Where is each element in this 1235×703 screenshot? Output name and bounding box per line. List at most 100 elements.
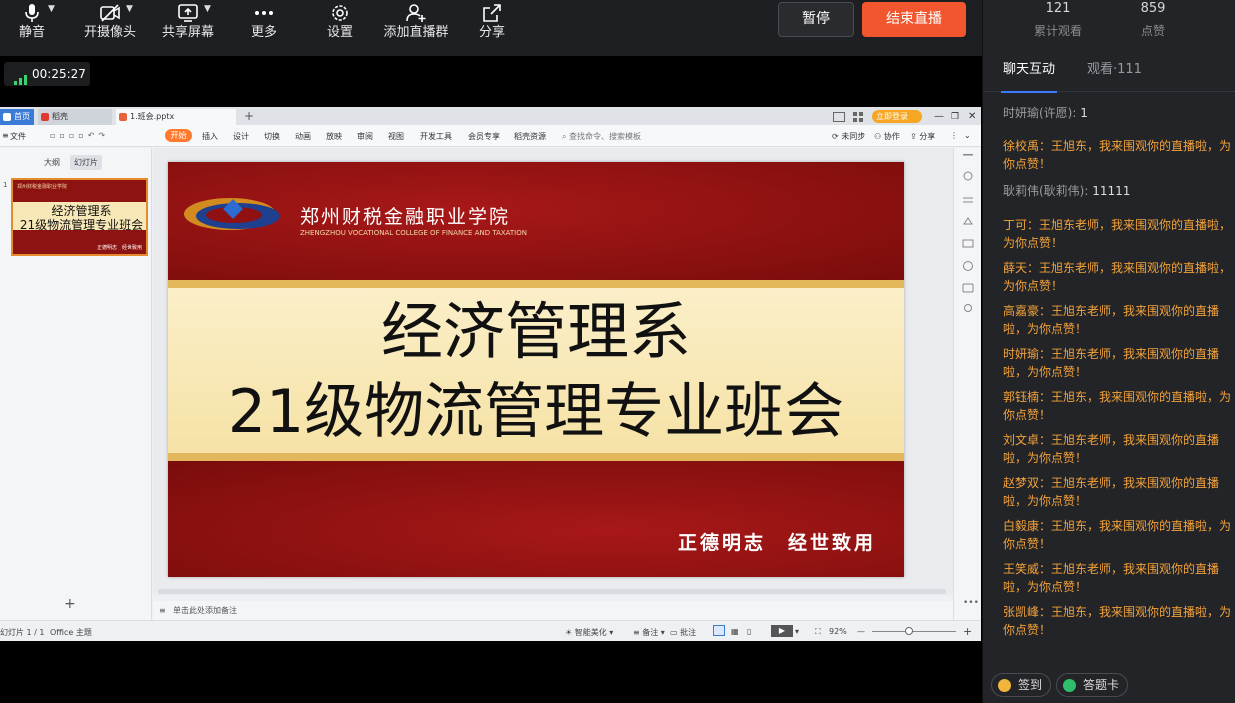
smart-beautify-button[interactable]: ☀ 智能美化 ▾ [565,627,613,638]
chat-message: 徐校禹：王旭东，我来围观你的直播啦，为你点赞！ [1003,139,1232,171]
comments-button[interactable]: ▭ 批注 [670,627,696,638]
tab-slides[interactable]: 幻灯片 [70,155,102,170]
menu-start[interactable]: 开始 [165,129,192,142]
wps-tab-bar: 首页 稻壳 1.班会.pptx + 立即登录 — ❐ ✕ [0,107,981,125]
thumb-motto: 正德明志 经世致用 [96,245,142,251]
login-button[interactable]: 立即登录 [872,110,922,123]
wps-ribbon: ≡ 文件 ▫▫▫▫↶↷ 开始 插入 设计 切换 动画 放映 审阅 视图 开发工具… [0,125,981,147]
end-live-button[interactable]: 结束直播 [862,2,966,37]
grid-icon[interactable] [853,109,867,125]
notes-area[interactable]: ≡ 单击此处添加备注 [153,601,953,620]
chevron-down-icon[interactable]: ▼ [126,4,133,14]
zoom-level[interactable]: 92% [829,627,847,636]
stage-bottom-area [0,641,981,703]
ppt-file-icon [119,113,127,121]
chat-message: 薛天：王旭东老师，我来围观你的直播啦，为你点赞！ [1003,261,1232,293]
new-tab-button[interactable]: + [240,109,256,125]
notes-toggle-button[interactable]: ≡ 备注 ▾ [633,627,665,638]
answer-card-icon [1063,679,1076,692]
side-panel: 121 累计观看 859 点赞 聊天互动 观看·111 时妍瑜(许愿): 1 徐… [982,0,1235,703]
menu-file[interactable]: 文件 [10,131,26,142]
chat-message: 时妍瑜：王旭东老师，我来围观你的直播啦，为你点赞！ [1003,347,1220,379]
menu-animation[interactable]: 动画 [295,131,311,142]
tab-outline[interactable]: 大纲 [44,157,60,168]
add-slide-button[interactable]: + [64,596,76,612]
chevron-down-icon[interactable]: ▾ [795,627,799,636]
quick-access-icons[interactable]: ▫▫▫▫↶↷ [50,131,109,140]
search-icon: ⌕ [562,132,567,141]
menu-insert[interactable]: 插入 [202,131,218,142]
zoom-slider-handle[interactable] [905,627,913,635]
collab-button[interactable]: ⚇ 协作 [874,131,900,142]
share-screen-label: 共享屏幕 [161,25,214,40]
share-screen-button[interactable]: ▼ 共享屏幕 [148,0,228,56]
pause-button[interactable]: 暂停 [778,2,854,37]
checkin-button[interactable]: 签到 [991,673,1052,697]
zoom-out-button[interactable]: — [857,627,865,636]
restore-icon[interactable]: ❐ [951,109,961,125]
slide-sorter-icon[interactable]: ▦ [731,627,739,636]
sync-status[interactable]: ⟳ 未同步 [832,131,865,142]
chat-message: 耿莉伟(耿莉伟): 11111 [1003,184,1131,198]
play-slideshow-button[interactable]: ▶ [771,625,793,637]
right-tool-strip: ••• [953,148,981,620]
slide-gold-rule [168,453,904,461]
slide-canvas[interactable]: 郑州财税金融职业学院 ZHENGZHOU VOCATIONAL COLLEGE … [153,148,953,595]
horizontal-scrollbar[interactable] [158,589,946,594]
collapse-ribbon-icon[interactable]: ⌄ [964,131,971,140]
menu-view[interactable]: 视图 [388,131,404,142]
chevron-down-icon[interactable]: ▼ [204,4,211,14]
reading-view-icon[interactable]: ▯ [747,627,751,636]
add-group-icon [402,3,430,23]
chat-list: 时妍瑜(许愿): 1 徐校禹：王旭东，我来围观你的直播啦，为你点赞！ 耿莉伟(耿… [983,104,1235,664]
slide-thumbnail[interactable]: 郑州财税金融职业学院 经济管理系 21级物流管理专业班会 正德明志 经世致用 [11,178,148,256]
chat-message: 郭钰楠：王旭东，我来围观你的直播啦，为你点赞！ [1003,390,1232,422]
school-name-cn: 郑州财税金融职业学院 [300,206,511,228]
slide-title-line2: 21级物流管理专业班会 [227,377,845,447]
slide-title-line1: 经济管理系 [380,295,691,368]
add-group-button[interactable]: 添加直播群 [376,0,456,56]
status-bar: 幻灯片 1 / 1 Office 主题 ☀ 智能美化 ▾ ≡ 备注 ▾ ▭ 批注… [0,620,981,641]
microphone-icon [18,3,46,23]
answer-card-button[interactable]: 答题卡 [1056,673,1129,697]
camera-button[interactable]: ▼ 开摄像头 [70,0,150,56]
fit-icon[interactable]: ⛶ [815,627,821,637]
menu-icon[interactable]: ≡ [2,131,9,140]
mute-button[interactable]: ▼ 静音 [0,0,72,56]
menu-transition[interactable]: 切换 [264,131,280,142]
settings-label: 设置 [326,25,353,40]
tab-docer[interactable]: 稻壳 [38,109,112,125]
share-label: 分享 [478,25,505,40]
share-button[interactable]: 分享 [452,0,532,56]
close-icon[interactable]: ✕ [968,109,978,125]
chat-message: 赵梦双：王旭东老师，我来围观你的直播啦，为你点赞！ [1003,476,1220,508]
normal-view-icon[interactable] [713,625,725,636]
command-search[interactable]: ⌕ 查找命令、搜索模板 [562,131,641,142]
menu-slideshow[interactable]: 放映 [326,131,342,142]
menu-docer[interactable]: 稻壳资源 [514,131,546,142]
menu-review[interactable]: 审阅 [357,131,373,142]
tab-viewers[interactable]: 观看·111 [1087,56,1142,92]
chat-message: 丁可：王旭东老师，我来围观你的直播啦，为你点赞！ [1003,218,1232,250]
menu-developer[interactable]: 开发工具 [420,131,452,142]
more-icon[interactable]: ⋮ [950,131,958,140]
more-icon[interactable]: ••• [963,598,979,608]
menu-vip[interactable]: 会员专享 [468,131,500,142]
menu-design[interactable]: 设计 [233,131,249,142]
layout-icon[interactable] [833,109,847,125]
more-button[interactable]: 更多 [224,0,304,56]
chevron-down-icon[interactable]: ▼ [48,4,55,14]
notes-placeholder: 单击此处添加备注 [173,606,237,615]
timer-text: 00:25:27 [32,67,86,81]
zoom-slider[interactable] [872,631,956,632]
settings-button[interactable]: 设置 [300,0,380,56]
tab-home[interactable]: 首页 [0,109,34,125]
school-name-en: ZHENGZHOU VOCATIONAL COLLEGE OF FINANCE … [300,229,527,237]
share-doc-button[interactable]: ⇪ 分享 [910,131,935,142]
tab-document[interactable]: 1.班会.pptx [116,109,236,125]
chat-message: 时妍瑜(许愿): 1 [1003,106,1088,120]
thumb-number: 1 [3,181,8,189]
tab-chat[interactable]: 聊天互动 [1000,56,1058,93]
zoom-in-button[interactable]: + [963,625,972,638]
minimize-icon[interactable]: — [934,109,944,125]
